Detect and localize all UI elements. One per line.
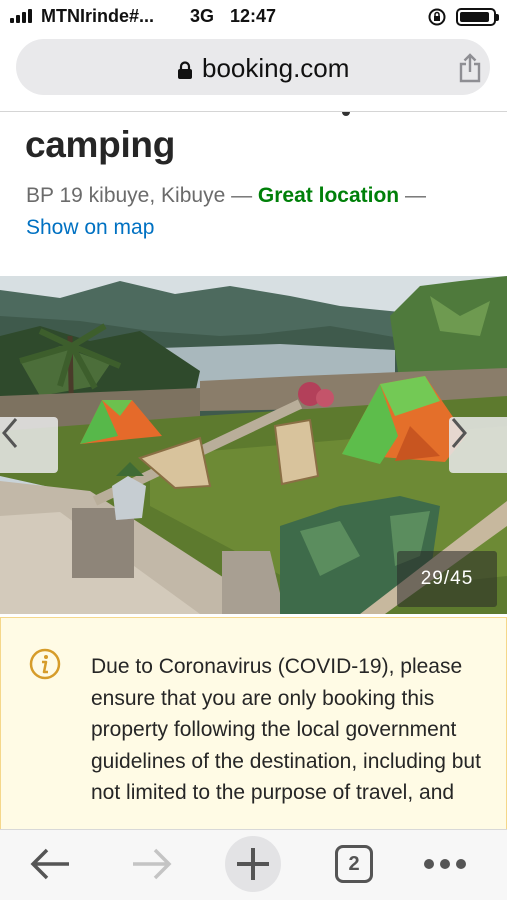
property-title: camping — [25, 124, 176, 165]
address-domain: booking.com — [202, 53, 350, 83]
tabs-button[interactable]: 2 — [326, 836, 382, 892]
gallery-next-button[interactable] — [449, 417, 507, 473]
location-badge: Great location — [257, 184, 400, 207]
title-overflow — [0, 112, 507, 122]
battery-icon — [456, 8, 499, 26]
carrier-name: MTNIrinde#... — [41, 6, 155, 26]
browser-address-area: booking.com — [0, 34, 507, 112]
address-bar[interactable]: booking.com — [16, 39, 490, 95]
browser-toolbar: 2 — [0, 829, 507, 900]
status-bar: MTNIrinde#... 3G 12:47 — [0, 0, 507, 34]
forward-button[interactable] — [124, 836, 180, 892]
more-dots-icon — [424, 859, 466, 869]
forward-arrow-icon — [133, 848, 172, 880]
address-text: BP 19 kibuye, Kibuye — — [26, 184, 253, 207]
chevron-right-icon — [451, 418, 467, 448]
status-time: 12:47 — [230, 6, 277, 26]
rotation-lock-icon — [428, 8, 446, 26]
tab-count: 2 — [335, 845, 373, 883]
show-on-map-link[interactable]: Show on map — [26, 216, 154, 240]
more-button[interactable] — [417, 836, 473, 892]
plus-icon — [237, 848, 269, 880]
signal-icon — [10, 9, 36, 23]
address-separator: — — [404, 184, 426, 207]
photo-gallery[interactable]: 29/45 — [0, 276, 507, 614]
network-type: 3G — [190, 6, 215, 26]
info-icon — [29, 648, 61, 680]
back-button[interactable] — [22, 836, 78, 892]
gallery-prev-button[interactable] — [0, 417, 58, 473]
back-arrow-icon — [30, 848, 69, 880]
notice-text: Due to Coronavirus (COVID-19), please en… — [91, 655, 481, 805]
lock-icon — [178, 61, 192, 79]
chevron-left-icon — [2, 418, 18, 448]
photo-counter: 29/45 — [397, 551, 497, 607]
page: { "status_bar": { "carrier": "MTNIrinde#… — [0, 0, 507, 900]
share-icon[interactable] — [457, 53, 483, 83]
new-tab-button[interactable] — [225, 836, 281, 892]
property-address: BP 19 kibuye, Kibuye — Great location — — [26, 184, 426, 208]
